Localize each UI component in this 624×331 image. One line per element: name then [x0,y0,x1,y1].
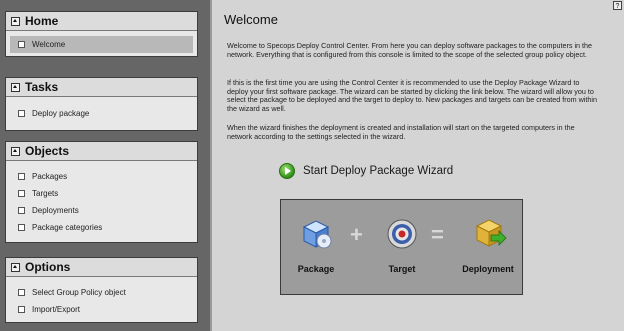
panel-options: Options Select Group Policy object Impor… [5,257,198,323]
collapse-up-icon[interactable] [11,82,20,92]
sidebar-item-import-export[interactable]: Import/Export [10,301,193,318]
panel-objects: Objects Packages Targets Deployments Pac… [5,141,198,243]
panel-tasks-header[interactable]: Tasks [6,78,197,97]
start-wizard-link[interactable]: Start Deploy Package Wizard [279,163,453,179]
collapse-up-icon[interactable] [11,262,20,272]
collapse-up-icon[interactable] [11,146,20,156]
package-label: Package [297,264,335,274]
panel-home-title: Home [25,14,59,28]
sidebar-item-label: Welcome [32,40,66,49]
collapse-up-icon[interactable] [11,16,20,26]
panel-tasks: Tasks Deploy package [5,77,198,131]
panel-options-body: Select Group Policy object Import/Export [6,277,197,322]
item-bullet-icon [18,289,25,296]
item-bullet-icon [18,306,25,313]
sidebar-item-packages[interactable]: Packages [10,168,193,185]
panel-options-header[interactable]: Options [6,258,197,277]
panel-tasks-title: Tasks [25,80,59,94]
panel-home: Home Welcome [5,11,198,57]
panel-tasks-body: Deploy package [6,97,197,130]
sidebar-item-targets[interactable]: Targets [10,185,193,202]
deployment-diagram: Package + Target = Deployment [280,199,523,295]
go-arrow-icon[interactable] [279,163,295,179]
start-wizard-label[interactable]: Start Deploy Package Wizard [303,165,453,177]
sidebar-item-label: Targets [32,189,59,198]
sidebar-item-package-categories[interactable]: Package categories [10,219,193,236]
sidebar-item-label: Import/Export [32,305,81,314]
sidebar-item-select-gpo[interactable]: Select Group Policy object [10,284,193,301]
sidebar-item-label: Select Group Policy object [32,288,126,297]
main-content: ? Welcome Welcome to Specops Deploy Cont… [212,0,624,331]
sidebar-item-label: Package categories [32,223,103,232]
item-bullet-icon [18,190,25,197]
panel-home-header[interactable]: Home [6,12,197,31]
panel-objects-title: Objects [25,144,70,158]
sidebar-item-label: Deployments [32,206,79,215]
plus-sign: + [350,222,363,247]
help-button[interactable]: ? [613,1,622,10]
panel-objects-header[interactable]: Objects [6,142,197,161]
panel-objects-body: Packages Targets Deployments Package cat… [6,161,197,242]
wizard-paragraph: If this is the first time you are using … [227,78,597,113]
finish-paragraph: When the wizard finishes the deployment … [227,123,575,141]
equals-sign: = [431,222,444,247]
intro-paragraph: Welcome to Specops Deploy Control Center… [227,41,593,59]
item-bullet-icon [18,224,25,231]
item-bullet-icon [18,41,25,48]
package-box-icon [302,220,332,249]
sidebar-item-deploy-package[interactable]: Deploy package [10,105,193,122]
sidebar-item-welcome[interactable]: Welcome [10,36,193,53]
deployment-icon [475,219,507,247]
target-label: Target [388,264,416,274]
item-bullet-icon [18,207,25,214]
sidebar-item-label: Packages [32,172,68,181]
panel-options-title: Options [25,260,71,274]
target-icon [387,219,417,249]
sidebar-item-label: Deploy package [32,109,90,118]
sidebar: Home Welcome Tasks Deploy package Object… [0,0,210,331]
panel-home-body: Welcome [6,31,197,56]
page-title: Welcome [224,12,278,27]
sidebar-item-deployments[interactable]: Deployments [10,202,193,219]
item-bullet-icon [18,110,25,117]
item-bullet-icon [18,173,25,180]
deployment-label: Deployment [462,264,514,274]
